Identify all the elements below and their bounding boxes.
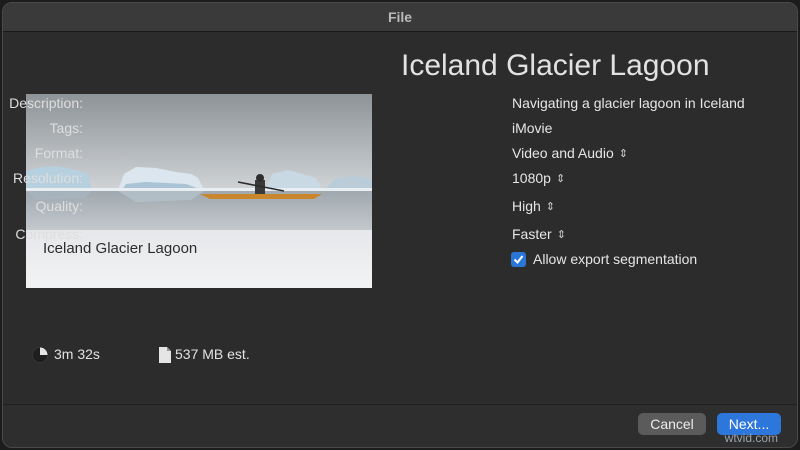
description-label: Description: bbox=[9, 95, 83, 111]
format-value: Video and Audio bbox=[512, 145, 614, 161]
export-dialog: File Iceland Glacier Lagoon Iceland Glac… bbox=[2, 2, 798, 448]
description-value[interactable]: Navigating a glacier lagoon in Iceland bbox=[512, 95, 745, 111]
format-popup[interactable]: Video and Audio ⇕ bbox=[512, 145, 628, 161]
thumbnail-caption: Iceland Glacier Lagoon bbox=[43, 240, 198, 257]
clock-icon bbox=[32, 347, 48, 363]
quality-popup[interactable]: High ⇕ bbox=[512, 198, 555, 214]
dialog-content: Iceland Glacier Lagoon Iceland Glacier L… bbox=[3, 32, 797, 404]
resolution-popup[interactable]: 1080p ⇕ bbox=[512, 170, 565, 186]
chevron-updown-icon: ⇕ bbox=[556, 229, 566, 241]
segmentation-label: Allow export segmentation bbox=[533, 251, 698, 267]
chevron-updown-icon: ⇕ bbox=[618, 148, 628, 160]
watermark-text: wtvid.com bbox=[724, 431, 778, 445]
segmentation-checkbox[interactable] bbox=[511, 252, 526, 267]
format-label: Format: bbox=[34, 145, 83, 161]
quality-value: High bbox=[512, 198, 541, 214]
chevron-updown-icon: ⇕ bbox=[555, 173, 566, 185]
dialog-footer: Cancel Next... bbox=[3, 404, 797, 447]
quality-label: Quality: bbox=[35, 198, 83, 214]
document-icon bbox=[159, 347, 171, 363]
window-title: File bbox=[3, 3, 797, 32]
project-title: Iceland Glacier Lagoon bbox=[401, 49, 710, 82]
duration-text: 3m 32s bbox=[54, 346, 100, 362]
resolution-label: Resolution: bbox=[12, 170, 83, 186]
compress-value: Faster bbox=[512, 226, 552, 242]
tags-label: Tags: bbox=[49, 120, 83, 136]
tags-value[interactable]: iMovie bbox=[512, 120, 552, 136]
compress-popup[interactable]: Faster ⇕ bbox=[512, 226, 566, 242]
size-text: 537 MB est. bbox=[175, 346, 250, 362]
cancel-button[interactable]: Cancel bbox=[638, 413, 706, 435]
compress-label: Compress: bbox=[15, 226, 83, 242]
chevron-updown-icon: ⇕ bbox=[545, 201, 556, 213]
checkmark-icon bbox=[513, 255, 524, 265]
resolution-value: 1080p bbox=[512, 170, 551, 186]
